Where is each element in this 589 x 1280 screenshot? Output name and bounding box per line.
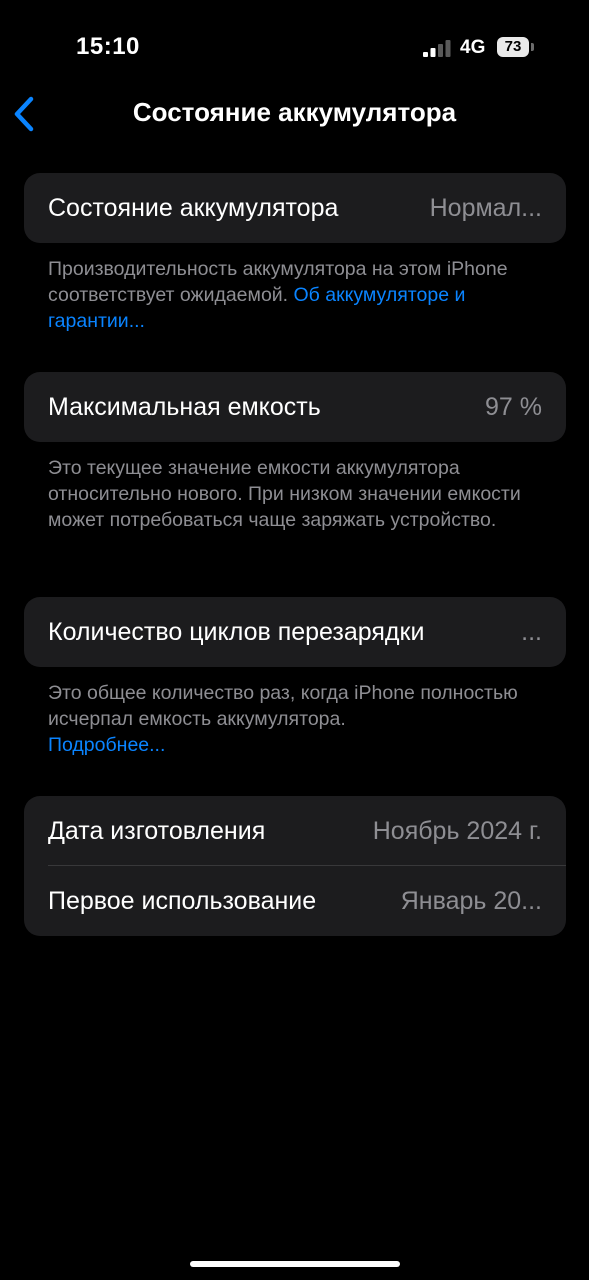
status-bar: 15:10 4G 73 xyxy=(0,0,589,90)
battery-health-value: Нормал... xyxy=(429,194,542,222)
max-capacity-value: 97 % xyxy=(485,393,542,421)
cycle-count-row: Количество циклов перезарядки ... xyxy=(24,597,566,667)
battery-health-footnote: Производительность аккумулятора на этом … xyxy=(48,256,548,334)
home-indicator[interactable] xyxy=(190,1261,400,1267)
first-use-value: Январь 20... xyxy=(400,887,542,915)
manufacture-date-value: Ноябрь 2024 г. xyxy=(372,817,542,845)
dates-card: Дата изготовления Ноябрь 2024 г. Первое … xyxy=(24,796,566,936)
network-type: 4G xyxy=(460,37,486,58)
battery-health-label: Состояние аккумулятора xyxy=(48,194,339,222)
battery-icon: 73 xyxy=(497,37,529,57)
cycle-count-description: Это общее количество раз, когда iPhone п… xyxy=(48,682,518,730)
cycle-count-footnote: Это общее количество раз, когда iPhone п… xyxy=(48,680,548,758)
max-capacity-label: Максимальная емкость xyxy=(48,393,321,421)
cycle-count-label: Количество циклов перезарядки xyxy=(48,618,425,646)
first-use-row: Первое использование Январь 20... xyxy=(24,866,566,936)
learn-more-link[interactable]: Подробнее... xyxy=(48,734,165,756)
max-capacity-description: Это текущее значение емкости аккумулятор… xyxy=(48,457,521,531)
max-capacity-row: Максимальная емкость 97 % xyxy=(24,372,566,442)
battery-health-row[interactable]: Состояние аккумулятора Нормал... xyxy=(24,173,566,243)
page-title: Состояние аккумулятора xyxy=(132,97,457,127)
max-capacity-card: Максимальная емкость 97 % xyxy=(24,372,566,442)
first-use-label: Первое использование xyxy=(48,887,317,915)
status-time: 15:10 xyxy=(76,33,140,60)
cycle-count-card: Количество циклов перезарядки ... xyxy=(24,597,566,667)
max-capacity-footnote: Это текущее значение емкости аккумулятор… xyxy=(48,455,548,533)
cycle-count-value: ... xyxy=(521,618,542,646)
signal-icon xyxy=(423,40,451,57)
manufacture-date-label: Дата изготовления xyxy=(48,817,266,845)
battery-health-card: Состояние аккумулятора Нормал... xyxy=(24,173,566,243)
manufacture-date-row: Дата изготовления Ноябрь 2024 г. xyxy=(24,796,566,866)
battery-cap xyxy=(531,43,534,51)
